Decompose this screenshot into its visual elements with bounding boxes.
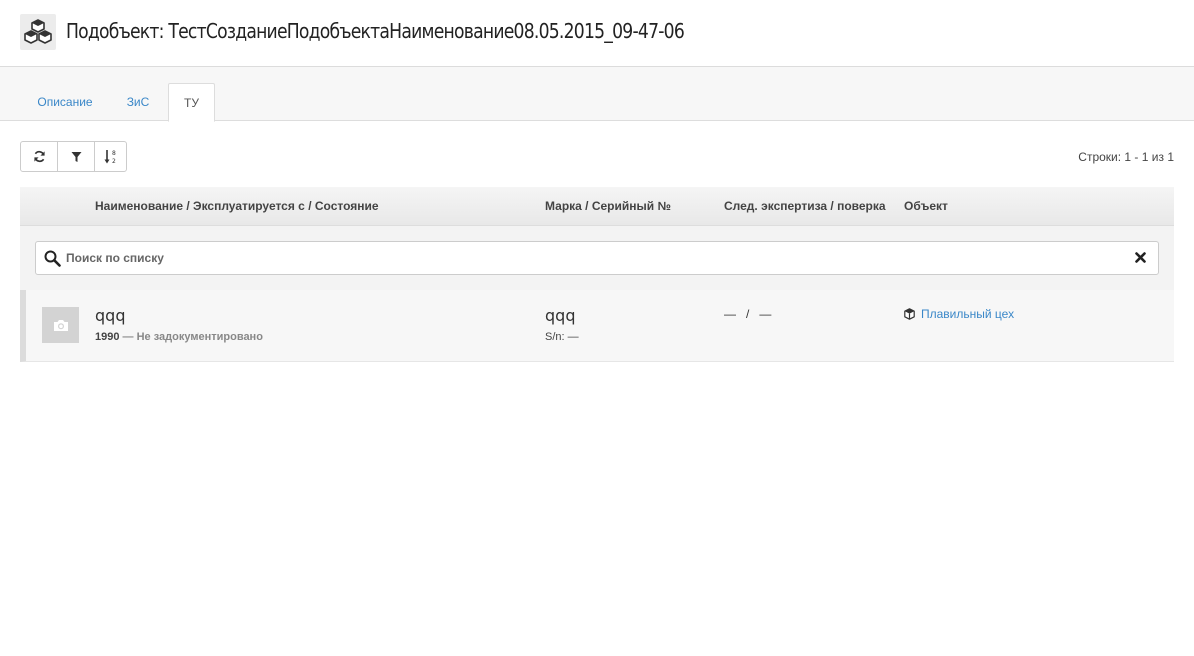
table-header: Наименование / Эксплуатируется с / Состо… bbox=[20, 187, 1174, 226]
tab-bar: Описание ЗиС ТУ bbox=[0, 67, 1194, 122]
tab-description[interactable]: Описание bbox=[22, 83, 108, 121]
cubes-icon bbox=[20, 14, 56, 50]
filter-button[interactable] bbox=[58, 142, 95, 171]
item-year: 1990 bbox=[95, 331, 120, 343]
item-object-link[interactable]: Плавильный цех bbox=[904, 307, 1014, 321]
refresh-icon bbox=[33, 150, 45, 163]
column-header-mark[interactable]: Марка / Серийный № bbox=[545, 199, 671, 213]
item-serial: S/n: — bbox=[545, 331, 579, 343]
svg-text:8: 8 bbox=[112, 150, 116, 157]
sort-icon: 8 2 bbox=[104, 149, 116, 165]
item-name[interactable]: qqq bbox=[95, 306, 125, 325]
item-state: — Не задокументировано bbox=[119, 331, 263, 343]
tab-zis[interactable]: ЗиС bbox=[114, 83, 162, 121]
page-title: Подобъект: ТестСозданиеПодобъектаНаимено… bbox=[66, 19, 685, 43]
filter-icon bbox=[71, 151, 81, 162]
sort-button[interactable]: 8 2 bbox=[95, 142, 126, 171]
search-icon bbox=[44, 250, 61, 267]
item-object-label[interactable]: Плавильный цех bbox=[921, 307, 1014, 321]
refresh-button[interactable] bbox=[21, 142, 58, 171]
list-toolbar: 8 2 bbox=[20, 141, 127, 172]
camera-icon bbox=[53, 319, 68, 331]
rows-counter: Строки: 1 - 1 из 1 bbox=[1078, 150, 1174, 164]
tab-tu[interactable]: ТУ bbox=[168, 83, 215, 122]
column-header-object[interactable]: Объект bbox=[904, 199, 948, 213]
cube-icon bbox=[904, 308, 915, 320]
table-row[interactable]: qqq 1990 — Не задокументировано qqq S/n:… bbox=[20, 290, 1174, 362]
search-box bbox=[35, 241, 1159, 275]
item-expertise: — / — bbox=[724, 307, 772, 321]
clear-search-icon[interactable] bbox=[1135, 252, 1146, 263]
item-mark: qqq bbox=[545, 306, 576, 325]
search-row bbox=[20, 226, 1174, 290]
search-input[interactable] bbox=[66, 242, 1116, 274]
svg-text:2: 2 bbox=[112, 158, 116, 165]
photo-placeholder bbox=[42, 307, 79, 343]
page-header: Подобъект: ТестСозданиеПодобъектаНаимено… bbox=[0, 0, 1194, 67]
item-status: 1990 — Не задокументировано bbox=[95, 331, 263, 343]
column-header-name[interactable]: Наименование / Эксплуатируется с / Состо… bbox=[95, 199, 379, 213]
column-header-expertise[interactable]: След. экспертиза / поверка bbox=[724, 199, 886, 213]
